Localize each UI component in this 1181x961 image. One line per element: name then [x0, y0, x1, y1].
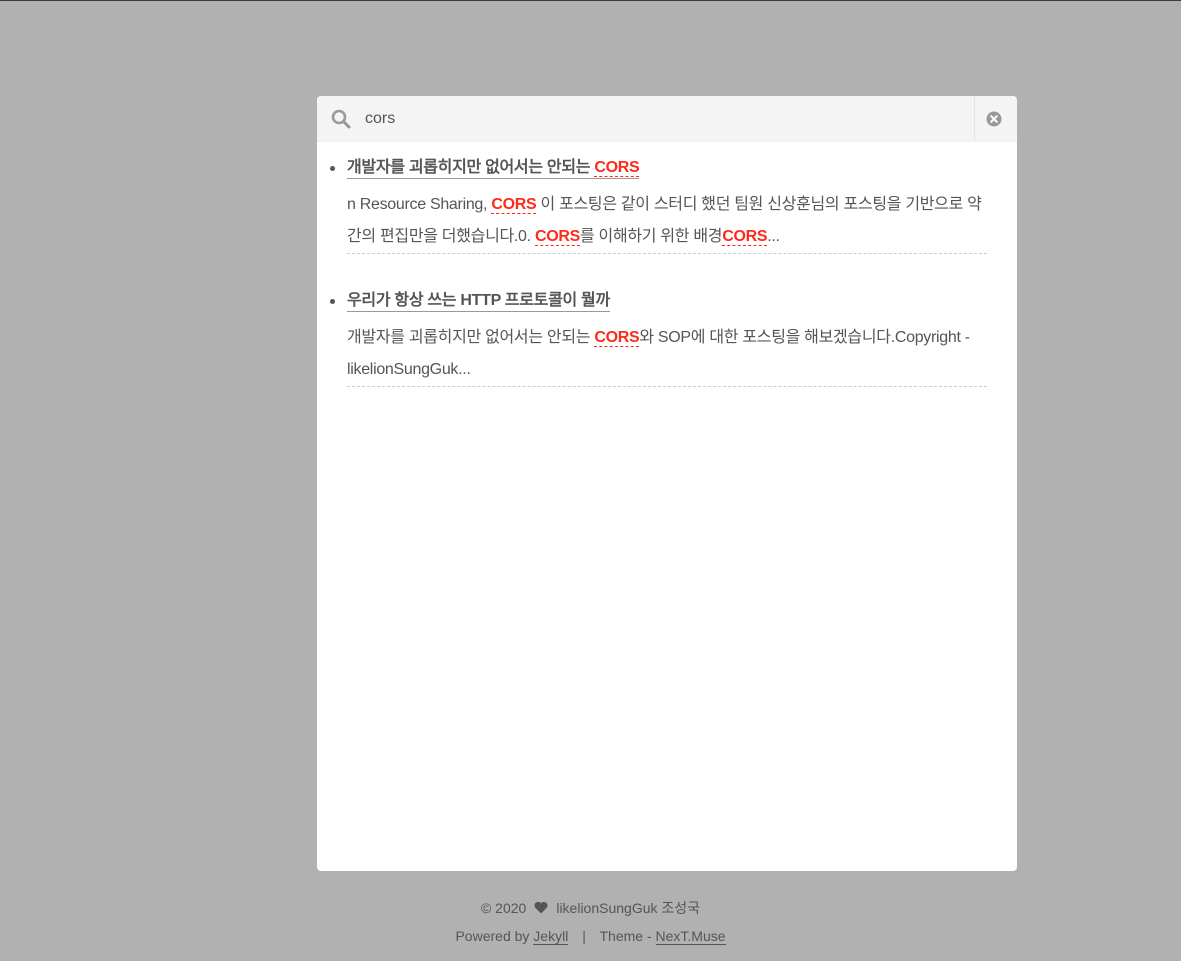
list-bullet: [330, 166, 335, 171]
search-result-item: 우리가 항상 쓰는 HTTP 프로토콜이 뭘까 개발자를 괴롭히지만 없어서는 …: [330, 285, 987, 387]
keyword-highlight: CORS: [491, 196, 537, 214]
keyword-highlight: CORS: [594, 329, 640, 347]
search-result-item: 개발자를 괴롭히지만 없어서는 안되는 CORS n Resource Shar…: [330, 152, 987, 254]
close-button[interactable]: [974, 96, 1017, 141]
list-bullet: [330, 299, 335, 304]
search-result-title[interactable]: 우리가 항상 쓰는 HTTP 프로토콜이 뭘까: [347, 291, 610, 312]
close-icon: [986, 111, 1002, 127]
search-result-title[interactable]: 개발자를 괴롭히지만 없어서는 안되는 CORS: [347, 158, 640, 179]
heart-icon: [534, 901, 548, 914]
excerpt-text: n Resource Sharing,: [347, 196, 492, 213]
theme-label: Theme -: [599, 928, 652, 944]
site-footer: © 2020 likelionSungGuk 조성국 Powered by Jek…: [0, 894, 1181, 950]
jekyll-link[interactable]: Jekyll: [533, 928, 569, 945]
search-header: [317, 96, 1017, 142]
search-input[interactable]: [365, 104, 965, 134]
search-result-excerpt: 개발자를 괴롭히지만 없어서는 안되는 CORS와 SOP에 대한 포스팅을 해…: [347, 322, 987, 387]
search-popup: 개발자를 괴롭히지만 없어서는 안되는 CORS n Resource Shar…: [317, 96, 1017, 871]
keyword-highlight: CORS: [722, 228, 768, 246]
author-name: likelionSungGuk 조성국: [556, 900, 701, 916]
search-icon: [331, 109, 351, 129]
excerpt-text: 를 이해하기 위한 배경: [579, 228, 723, 245]
result-title-text: 개발자를 괴롭히지만 없어서는 안되는: [347, 159, 595, 176]
footer-separator: |: [582, 928, 586, 944]
copyright-line: © 2020 likelionSungGuk 조성국: [0, 894, 1181, 922]
excerpt-text: 개발자를 괴롭히지만 없어서는 안되는: [347, 329, 595, 346]
keyword-highlight: CORS: [534, 228, 580, 246]
keyword-highlight: CORS: [594, 159, 640, 177]
search-result-excerpt: n Resource Sharing, CORS 이 포스팅은 같이 스터디 했…: [347, 189, 987, 254]
powered-by-line: Powered by Jekyll | Theme - NexT.Muse: [0, 922, 1181, 950]
copyright-year: © 2020: [480, 900, 527, 916]
powered-by-label: Powered by: [455, 928, 530, 944]
search-results: 개발자를 괴롭히지만 없어서는 안되는 CORS n Resource Shar…: [317, 142, 1017, 387]
excerpt-text: ...: [767, 228, 780, 245]
theme-link[interactable]: NexT.Muse: [655, 928, 726, 945]
